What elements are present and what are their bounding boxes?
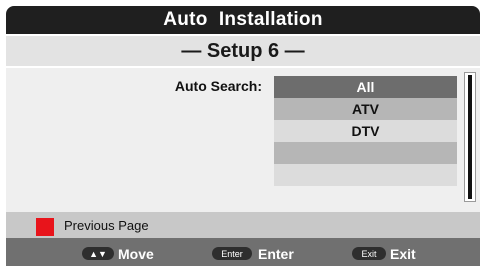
settings-panel: Auto Search: All ATV DTV: [6, 68, 480, 212]
exit-key-icon: Exit: [352, 247, 386, 260]
enter-key-icon: Enter: [212, 247, 252, 260]
auto-search-label: Auto Search:: [174, 78, 262, 94]
red-button-icon: [36, 218, 54, 236]
option-empty-1: [274, 142, 457, 164]
move-label: Move: [118, 246, 154, 262]
setup-header: — Setup 6 —: [6, 36, 480, 66]
option-atv[interactable]: ATV: [274, 98, 457, 120]
exit-label: Exit: [390, 246, 416, 262]
enter-label: Enter: [258, 246, 294, 262]
auto-search-option-list[interactable]: All ATV DTV: [274, 76, 457, 186]
scrollbar[interactable]: [464, 72, 476, 202]
option-empty-2: [274, 164, 457, 186]
option-all[interactable]: All: [274, 76, 457, 98]
setup-title: — Setup 6 —: [181, 39, 305, 62]
move-key-icon: ▲▼: [82, 247, 114, 260]
title-bar: Auto Installation: [6, 6, 480, 34]
option-dtv[interactable]: DTV: [274, 120, 457, 142]
previous-page-label[interactable]: Previous Page: [64, 218, 149, 233]
scroll-thumb[interactable]: [468, 75, 472, 199]
page-title: Auto Installation: [163, 9, 323, 30]
